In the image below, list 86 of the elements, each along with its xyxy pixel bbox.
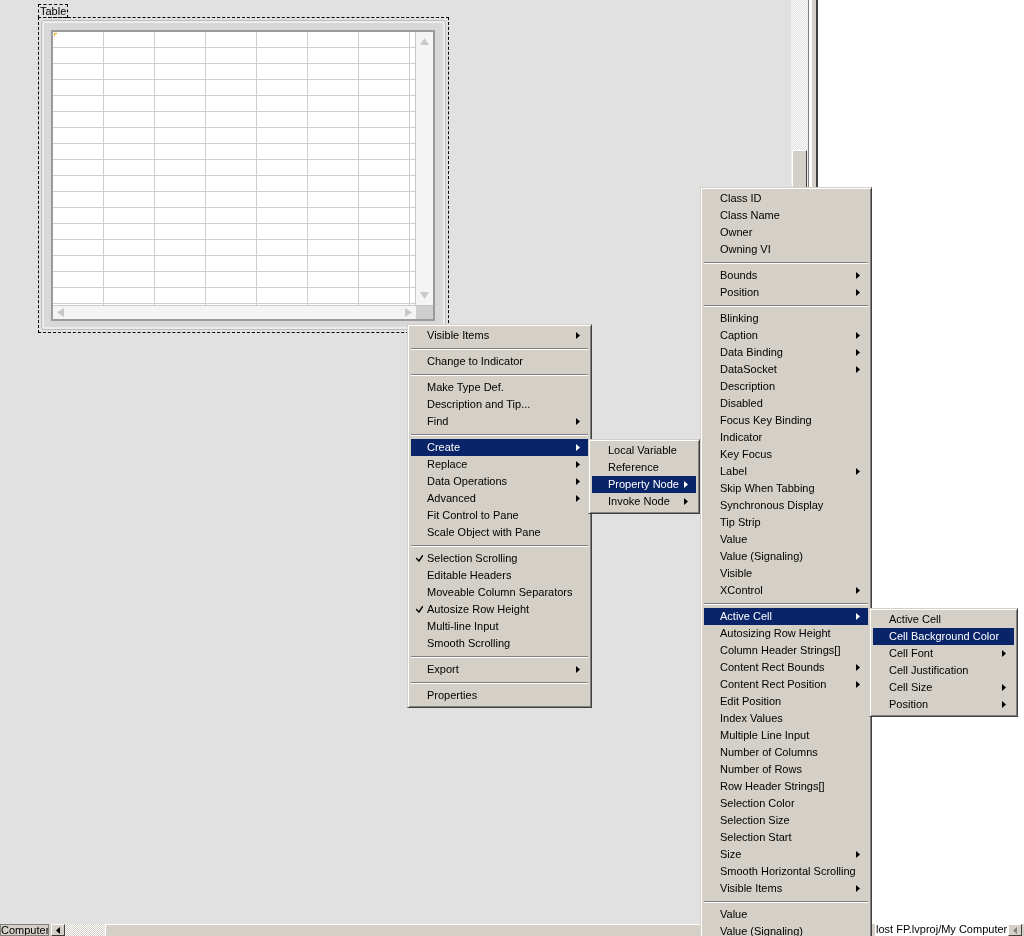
menu-item[interactable]: Export xyxy=(411,661,588,678)
menu-item[interactable]: Description xyxy=(704,378,868,395)
menu-item[interactable]: Cell Font xyxy=(873,645,1014,662)
scroll-up-icon[interactable] xyxy=(420,38,429,45)
table-control[interactable] xyxy=(38,17,449,333)
menu-item[interactable]: Smooth Horizontal Scrolling xyxy=(704,863,868,880)
scroll-right-icon[interactable] xyxy=(405,308,412,317)
menu-item[interactable]: Visible xyxy=(704,565,868,582)
menu-item[interactable]: Edit Position xyxy=(704,693,868,710)
menu-item[interactable]: Owning VI xyxy=(704,241,868,258)
menu-item[interactable]: Data Operations xyxy=(411,473,588,490)
menu-item[interactable]: Number of Columns xyxy=(704,744,868,761)
menu-item[interactable]: Indicator xyxy=(704,429,868,446)
menu-item[interactable]: Editable Headers xyxy=(411,567,588,584)
menu-item[interactable]: Class Name xyxy=(704,207,868,224)
menu-item[interactable]: Scale Object with Pane xyxy=(411,524,588,541)
menu-item[interactable]: Visible Items xyxy=(411,327,588,344)
menu-item[interactable]: Cell Justification xyxy=(873,662,1014,679)
menu-item[interactable]: Make Type Def. xyxy=(411,379,588,396)
menu-item[interactable]: Value xyxy=(704,531,868,548)
menu-item[interactable]: Autosize Row Height xyxy=(411,601,588,618)
menu-item[interactable]: Selection Start xyxy=(704,829,868,846)
menu-item[interactable]: Selection Size xyxy=(704,812,868,829)
vertical-scrollbar[interactable] xyxy=(415,32,433,305)
menu-item[interactable]: Row Header Strings[] xyxy=(704,778,868,795)
scroll-left-icon[interactable] xyxy=(57,308,64,317)
menu-item[interactable]: Create xyxy=(411,439,588,456)
menu-item[interactable]: Disabled xyxy=(704,395,868,412)
scrollbar-corner xyxy=(416,306,433,319)
scroll-left-icon xyxy=(1013,926,1017,934)
menu-item[interactable]: Selection Color xyxy=(704,795,868,812)
menu-item[interactable]: Skip When Tabbing xyxy=(704,480,868,497)
menu-item[interactable]: Replace xyxy=(411,456,588,473)
menu-item[interactable]: Content Rect Position xyxy=(704,676,868,693)
menu-item[interactable]: Autosizing Row Height xyxy=(704,625,868,642)
menu-item[interactable]: Properties xyxy=(411,687,588,704)
menu-item[interactable]: Content Rect Bounds xyxy=(704,659,868,676)
cell-cursor-icon xyxy=(54,33,57,36)
menu-item[interactable]: Cell Background Color xyxy=(873,628,1014,645)
scroll-left-button[interactable] xyxy=(1008,924,1022,936)
menu-item[interactable]: Invoke Node xyxy=(592,493,696,510)
scroll-left-button[interactable] xyxy=(51,924,65,936)
menu-item[interactable]: Value (Signaling) xyxy=(704,548,868,565)
menu-item[interactable]: Class ID xyxy=(704,190,868,207)
menu-item[interactable]: Multi-line Input xyxy=(411,618,588,635)
menu-item[interactable]: Bounds xyxy=(704,267,868,284)
menu-item[interactable]: Owner xyxy=(704,224,868,241)
menu-item[interactable]: Fit Control to Pane xyxy=(411,507,588,524)
menu-item[interactable]: Focus Key Binding xyxy=(704,412,868,429)
menu-item[interactable]: Blinking xyxy=(704,310,868,327)
menu-item[interactable]: Index Values xyxy=(704,710,868,727)
menu-item[interactable]: Moveable Column Separators xyxy=(411,584,588,601)
menu-item[interactable]: Tip Strip xyxy=(704,514,868,531)
menu-item[interactable]: Reference xyxy=(592,459,696,476)
menu-item[interactable]: Smooth Scrolling xyxy=(411,635,588,652)
menu-item[interactable]: DataSocket xyxy=(704,361,868,378)
menu-item[interactable]: Number of Rows xyxy=(704,761,868,778)
scroll-left-icon xyxy=(56,926,60,934)
menu-item[interactable]: Visible Items xyxy=(704,880,868,897)
menu-item[interactable]: Key Focus xyxy=(704,446,868,463)
menu-item[interactable]: Position xyxy=(873,696,1014,713)
menu-item[interactable]: Property Node xyxy=(592,476,696,493)
menu-item[interactable]: Find xyxy=(411,413,588,430)
menu-item[interactable]: Multiple Line Input xyxy=(704,727,868,744)
menu-item[interactable]: Cell Size xyxy=(873,679,1014,696)
menu-item[interactable]: Active Cell xyxy=(873,611,1014,628)
menu-item[interactable]: Position xyxy=(704,284,868,301)
menu-item[interactable]: Column Header Strings[] xyxy=(704,642,868,659)
scroll-thumb[interactable] xyxy=(792,150,807,190)
horizontal-scrollbar[interactable] xyxy=(53,306,416,319)
menu-item[interactable]: Synchronous Display xyxy=(704,497,868,514)
menu-item[interactable]: Value xyxy=(704,906,868,923)
menu-item[interactable]: Local Variable xyxy=(592,442,696,459)
scroll-down-icon[interactable] xyxy=(420,292,429,299)
menu-item[interactable]: Advanced xyxy=(411,490,588,507)
menu-item[interactable]: Label xyxy=(704,463,868,480)
menu-item[interactable]: Description and Tip... xyxy=(411,396,588,413)
menu-item[interactable]: Size xyxy=(704,846,868,863)
menu-item[interactable]: Data Binding xyxy=(704,344,868,361)
status-text: lost FP.lvproj/My Computer xyxy=(875,924,1008,936)
table-label: Table xyxy=(38,4,69,18)
menu-item[interactable]: Selection Scrolling xyxy=(411,550,588,567)
menu-item[interactable]: Active Cell xyxy=(704,608,868,625)
menu-item[interactable]: Change to Indicator xyxy=(411,353,588,370)
menu-item[interactable]: XControl xyxy=(704,582,868,599)
menu-item[interactable]: Caption xyxy=(704,327,868,344)
